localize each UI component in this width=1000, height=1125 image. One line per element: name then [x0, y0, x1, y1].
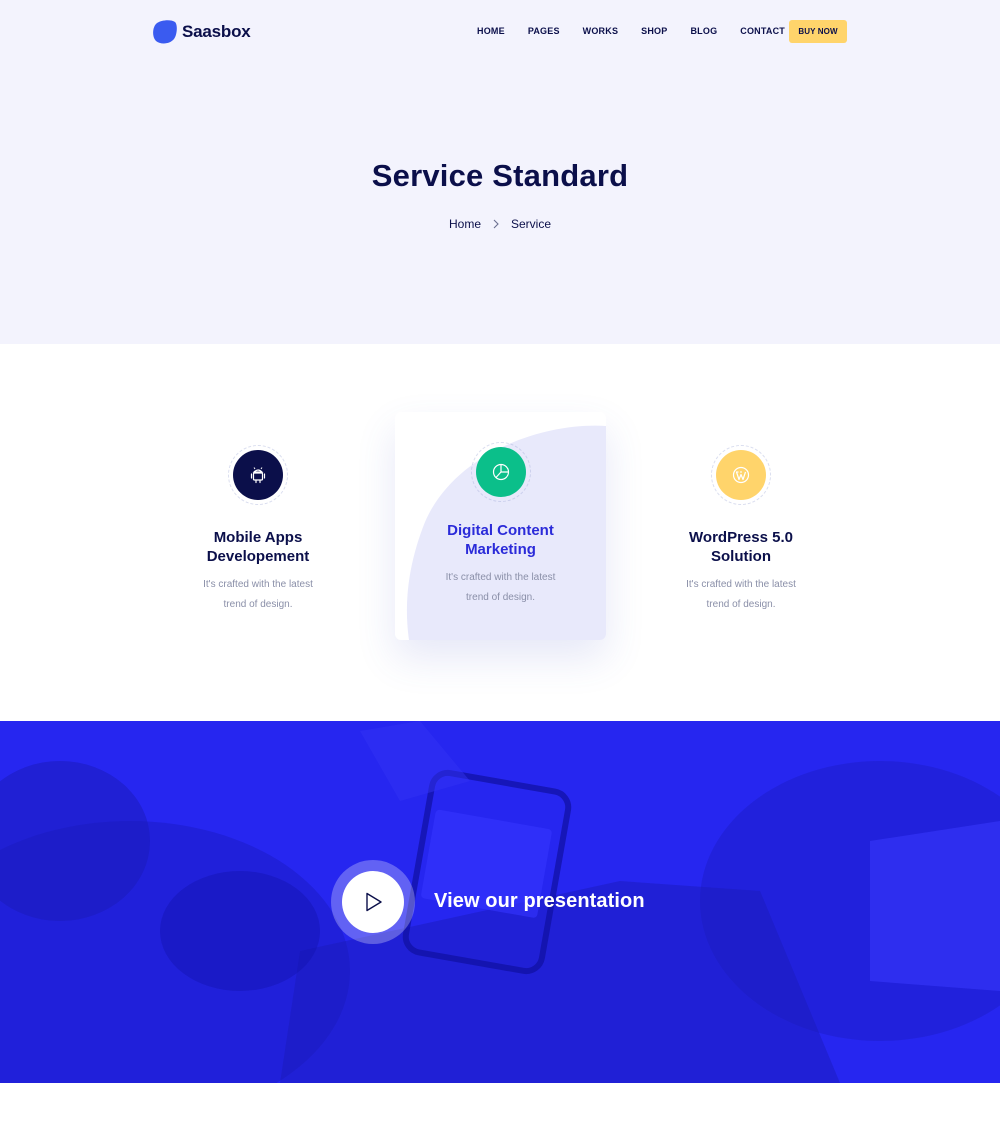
page-title: Service Standard [371, 158, 629, 193]
nav-item-blog[interactable]: BLOG [690, 26, 717, 36]
service-desc-line: It's crafted with the latest [445, 572, 556, 583]
logo[interactable]: Saasbox [152, 19, 251, 45]
breadcrumb-current: Service [511, 217, 552, 231]
android-icon [233, 450, 283, 500]
icon-ring [711, 445, 771, 505]
service-title: Mobile Apps Developement [153, 528, 363, 566]
service-card-mobile-apps[interactable]: Mobile Apps Developement It's crafted wi… [153, 445, 363, 614]
service-description: It's crafted with the latest trend of de… [153, 575, 363, 614]
service-desc-line: trend of design. [466, 591, 535, 603]
icon-ring [470, 442, 531, 502]
nav-item-works[interactable]: WORKS [583, 26, 619, 36]
service-desc-line: It's crafted with the latest [203, 579, 313, 590]
service-card-wordpress[interactable]: WordPress 5.0 Solution It's crafted with… [636, 445, 846, 614]
breadcrumb: Home Service [0, 217, 1000, 231]
service-description: It's crafted with the latest trend of de… [636, 575, 846, 614]
service-title: WordPress 5.0 Solution [636, 528, 846, 566]
service-title-line: Marketing [465, 541, 536, 558]
service-title-line: WordPress 5.0 [689, 529, 793, 546]
logo-text: Saasbox [182, 22, 251, 41]
buy-now-button[interactable]: BUY NOW [789, 20, 847, 43]
wordpress-icon [716, 450, 766, 500]
service-desc-line: trend of design. [223, 598, 293, 610]
pie-chart-icon [475, 447, 526, 497]
main-nav: HOME PAGES WORKS SHOP BLOG CONTACT [477, 26, 808, 36]
play-button[interactable] [342, 871, 404, 933]
breadcrumb-home-link[interactable]: Home [449, 217, 481, 231]
nav-item-home[interactable]: HOME [477, 26, 505, 36]
service-title-line: Digital Content [447, 522, 554, 539]
service-card-digital-marketing[interactable]: Digital Content Marketing It's crafted w… [395, 412, 606, 640]
blob-logo-icon [153, 20, 177, 44]
play-button-ring[interactable] [331, 860, 415, 944]
icon-ring [228, 445, 288, 505]
nav-item-shop[interactable]: SHOP [641, 26, 667, 36]
hero-section: Saasbox HOME PAGES WORKS SHOP BLOG CONTA… [0, 0, 1000, 344]
service-title: Digital Content Marketing [395, 521, 606, 559]
chevron-right-icon [481, 217, 511, 231]
nav-item-pages[interactable]: PAGES [528, 26, 560, 36]
service-description: It's crafted with the latest trend of de… [395, 568, 606, 607]
service-title-line: Developement [206, 548, 310, 565]
nav-item-contact[interactable]: CONTACT [740, 26, 785, 36]
service-desc-line: trend of design. [706, 598, 776, 610]
service-title-line: Mobile Apps [213, 529, 303, 546]
service-desc-line: It's crafted with the latest [686, 579, 796, 590]
presentation-cta-text[interactable]: View our presentation [434, 890, 645, 913]
play-icon [366, 892, 382, 912]
service-title-line: Solution [711, 548, 771, 565]
